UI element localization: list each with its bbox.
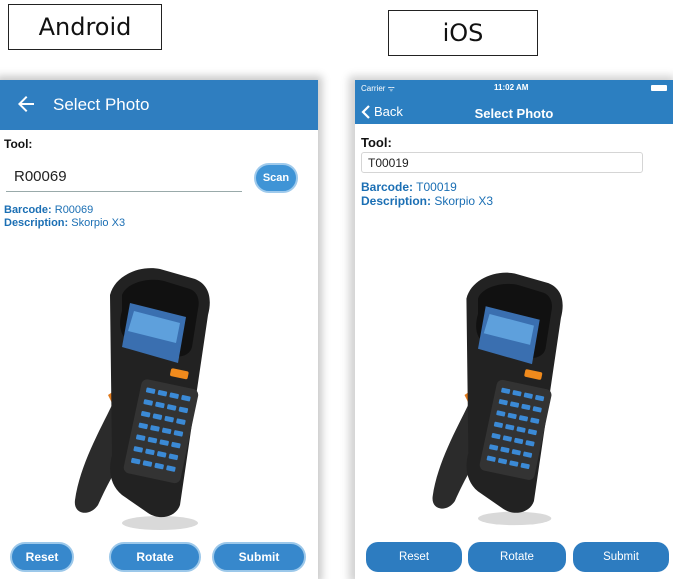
barcode-line: Barcode: T00019 [361, 180, 457, 194]
handheld-scanner-photo [74, 268, 210, 530]
description-key: Description: [4, 217, 69, 229]
barcode-value: T00019 [416, 180, 457, 194]
battery-icon [651, 85, 667, 91]
carrier-status: Carrier ᯤ [361, 84, 395, 93]
rotate-button[interactable]: Rotate [109, 542, 201, 572]
tool-label: Tool: [361, 135, 392, 150]
description-line: Description: Skorpio X3 [4, 217, 125, 229]
page-title: Select Photo [53, 95, 150, 114]
description-line: Description: Skorpio X3 [361, 194, 493, 208]
submit-button[interactable]: Submit [212, 542, 306, 572]
description-value: Skorpio X3 [71, 217, 126, 229]
android-label: Android [8, 4, 162, 50]
description-key: Description: [361, 194, 432, 208]
status-time: 11:02 AM [494, 83, 529, 92]
description-value: Skorpio X3 [434, 194, 494, 208]
tool-label: Tool: [4, 137, 33, 151]
barcode-key: Barcode: [4, 204, 52, 216]
arrow-left-icon[interactable] [14, 92, 38, 116]
android-app-bar: Select Photo [0, 80, 318, 130]
handheld-scanner-photo [432, 272, 563, 526]
submit-button[interactable]: Submit [573, 542, 669, 572]
ios-nav-bar: Carrier ᯤ 11:02 AM Back Select Photo [355, 80, 673, 124]
android-screen: Select Photo Tool: Scan Barcode: R00069 … [0, 80, 318, 579]
reset-button[interactable]: Reset [366, 542, 462, 572]
tool-input[interactable] [6, 162, 242, 192]
scan-button[interactable]: Scan [254, 163, 298, 193]
barcode-line: Barcode: R00069 [4, 204, 93, 216]
tool-input[interactable] [361, 152, 643, 173]
ios-label: iOS [388, 10, 538, 56]
ios-screen: Carrier ᯤ 11:02 AM Back Select Photo Too… [355, 80, 673, 579]
rotate-button[interactable]: Rotate [468, 542, 566, 572]
reset-button[interactable]: Reset [10, 542, 74, 572]
page-title: Select Photo [474, 106, 554, 121]
barcode-value: R00069 [54, 204, 94, 216]
barcode-key: Barcode: [361, 180, 414, 194]
